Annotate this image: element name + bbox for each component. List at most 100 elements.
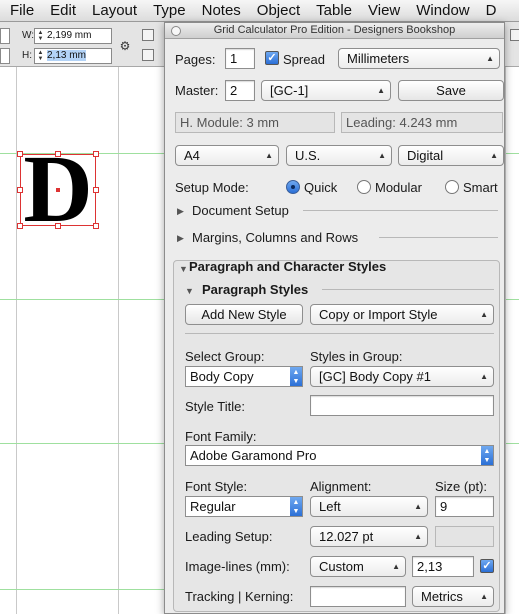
frame-handle[interactable] [17,223,23,229]
size-label: Size (pt): [435,479,488,494]
baseline-guide [506,443,519,444]
transform-icon[interactable] [142,49,154,61]
frame-handle[interactable] [55,223,61,229]
styles-in-group-dropdown[interactable]: [GC] Body Copy #1▲▼ [310,366,494,387]
divider [185,333,494,334]
tracking-field[interactable] [310,586,406,607]
font-style-combo[interactable]: Regular ▲ ▼ [185,496,303,517]
master-field[interactable]: 2 [225,80,255,101]
paper-size-dropdown[interactable]: A4▲▼ [175,145,279,166]
select-group-combo[interactable]: Body Copy ▲ ▼ [185,366,303,387]
grid-calculator-panel: Grid Calculator Pro Edition - Designers … [164,22,505,614]
reference-point-icon[interactable] [142,29,154,41]
setup-mode-label: Setup Mode: [175,180,249,195]
baseline-guide [506,153,519,154]
font-family-label: Font Family: [185,429,257,444]
output-dropdown[interactable]: Digital▲▼ [398,145,504,166]
spread-label: Spread [283,52,325,67]
frame-handle[interactable] [55,151,61,157]
height-stepper-icon[interactable]: ▲ ▼ [36,50,45,62]
leading-setup-dropdown[interactable]: 12.027 pt▲▼ [310,526,428,547]
menu-layout[interactable]: Layout [84,2,145,19]
margins-columns-rows-section[interactable]: Margins, Columns and Rows [192,230,358,245]
setup-mode-smart-radio[interactable] [445,180,459,194]
menu-edit[interactable]: Edit [42,2,84,19]
style-title-field[interactable] [310,395,494,416]
leading-setup-label: Leading Setup: [185,529,273,544]
column-guide [16,67,17,614]
disclosure-right-icon[interactable]: ▶ [177,233,184,244]
frame-handle[interactable] [17,187,23,193]
kerning-dropdown[interactable]: Metrics▲▼ [412,586,494,607]
panel-titlebar[interactable]: Grid Calculator Pro Edition - Designers … [165,23,504,39]
setup-mode-modular-label: Modular [375,180,422,195]
chevron-updown-icon: ▲▼ [414,502,422,511]
divider [322,289,494,290]
document-setup-section[interactable]: Document Setup [192,203,289,218]
setup-mode-quick-label: Quick [304,180,338,195]
control-strip-icon-right[interactable] [510,29,519,41]
width-label: W: [22,30,35,41]
menu-help-partial[interactable]: D [478,2,505,19]
save-button[interactable]: Save [398,80,504,101]
image-lines-checkbox[interactable]: ✓ [480,559,494,573]
disclosure-down-icon[interactable]: ▼ [179,264,188,274]
frame-handle[interactable] [93,187,99,193]
setup-mode-modular-radio[interactable] [357,180,371,194]
height-field[interactable]: ▲ ▼ 2,13 mm [34,48,112,64]
chevron-updown-icon: ▲▼ [378,151,386,160]
leading-extra-field [435,526,494,547]
panel-title: Grid Calculator Pro Edition - Designers … [213,24,456,36]
frame-center-point [56,188,60,192]
constrain-proportions-icon[interactable]: ⚙ [118,39,132,53]
baseline-guide [506,299,519,300]
setup-mode-quick-radio[interactable] [286,180,300,194]
y-field-partial[interactable] [0,48,10,64]
select-group-label: Select Group: [185,349,265,364]
menu-table[interactable]: Table [308,2,360,19]
copy-import-style-dropdown[interactable]: Copy or Import Style▲▼ [310,304,494,325]
divider [303,210,498,211]
paper-region-dropdown[interactable]: U.S.▲▼ [286,145,392,166]
leading-readout: Leading: 4.243 mm [341,112,503,133]
width-field[interactable]: ▲ ▼ 2,199 mm [34,28,112,44]
paragraph-styles-section[interactable]: Paragraph Styles [202,282,308,297]
disclosure-right-icon[interactable]: ▶ [177,206,184,217]
menu-window[interactable]: Window [408,2,477,19]
chevron-updown-icon: ▲▼ [481,446,493,465]
pasteboard-edge [505,67,519,614]
spread-checkbox[interactable]: ✓ [265,51,279,65]
menu-bar: File Edit Layout Type Notes Object Table… [0,0,519,22]
chevron-updown-icon: ▲▼ [490,151,498,160]
disclosure-down-icon[interactable]: ▼ [185,286,194,296]
frame-handle[interactable] [93,223,99,229]
chevron-updown-icon: ▲▼ [480,310,488,319]
menu-notes[interactable]: Notes [194,2,249,19]
menu-type[interactable]: Type [145,2,194,19]
menu-file[interactable]: File [0,2,42,19]
menu-object[interactable]: Object [249,2,308,19]
add-new-style-button[interactable]: Add New Style [185,304,303,325]
pages-label: Pages: [175,52,216,67]
close-icon[interactable] [171,26,181,36]
size-field[interactable]: 9 [435,496,494,517]
width-stepper-icon[interactable]: ▲ ▼ [36,30,45,42]
image-lines-mode-dropdown[interactable]: Custom▲▼ [310,556,406,577]
chevron-updown-icon: ▲▼ [290,367,302,386]
divider [379,237,498,238]
pages-field[interactable]: 1 [225,48,255,69]
units-dropdown[interactable]: Millimeters▲▼ [338,48,500,69]
chevron-updown-icon: ▲▼ [265,151,273,160]
alignment-dropdown[interactable]: Left▲▼ [310,496,428,517]
menu-view[interactable]: View [360,2,408,19]
alignment-label: Alignment: [310,479,372,494]
frame-handle[interactable] [93,151,99,157]
font-family-combo[interactable]: Adobe Garamond Pro ▲ ▼ [185,445,494,466]
paragraph-character-styles-section[interactable]: Paragraph and Character Styles [189,259,386,274]
x-field-partial[interactable] [0,28,10,44]
image-lines-field[interactable]: 2,13 [412,556,474,577]
master-prefix-dropdown[interactable]: [GC-1]▲▼ [261,80,391,101]
frame-handle[interactable] [17,151,23,157]
chevron-updown-icon: ▲▼ [480,592,488,601]
image-lines-label: Image-lines (mm): [185,559,290,574]
